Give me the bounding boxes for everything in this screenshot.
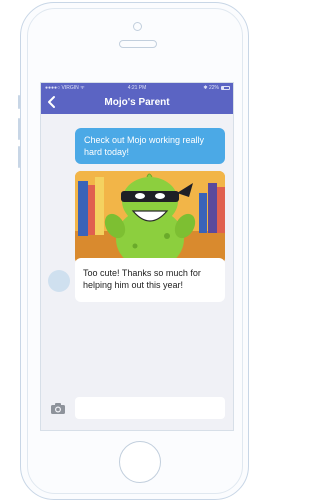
message-composer — [41, 395, 233, 421]
message-input[interactable] — [75, 397, 225, 419]
phone-screen: ●●●●○ VIRGIN ᯤ 4:21 PM ✱ 22% Mojo's Pare… — [40, 82, 234, 431]
front-camera — [133, 22, 142, 31]
mojo-photo[interactable] — [75, 171, 225, 264]
nav-bar: ●●●●○ VIRGIN ᯤ 4:21 PM ✱ 22% Mojo's Pare… — [41, 83, 233, 114]
conversation-title: Mojo's Parent — [104, 97, 170, 108]
status-bar: ●●●●○ VIRGIN ᯤ 4:21 PM ✱ 22% — [41, 85, 233, 94]
earpiece-speaker — [119, 40, 157, 48]
incoming-message: Too cute! Thanks so much for helping him… — [75, 258, 225, 302]
volume-down-button — [18, 146, 20, 168]
mute-switch — [18, 95, 20, 109]
battery-icon — [221, 86, 230, 90]
outgoing-message: Check out Mojo working really hard today… — [75, 128, 225, 164]
contact-avatar[interactable] — [48, 270, 70, 292]
volume-up-button — [18, 118, 20, 140]
home-button[interactable] — [119, 441, 161, 483]
camera-icon[interactable] — [50, 402, 66, 415]
battery-percent: ✱ 22% — [203, 85, 219, 91]
